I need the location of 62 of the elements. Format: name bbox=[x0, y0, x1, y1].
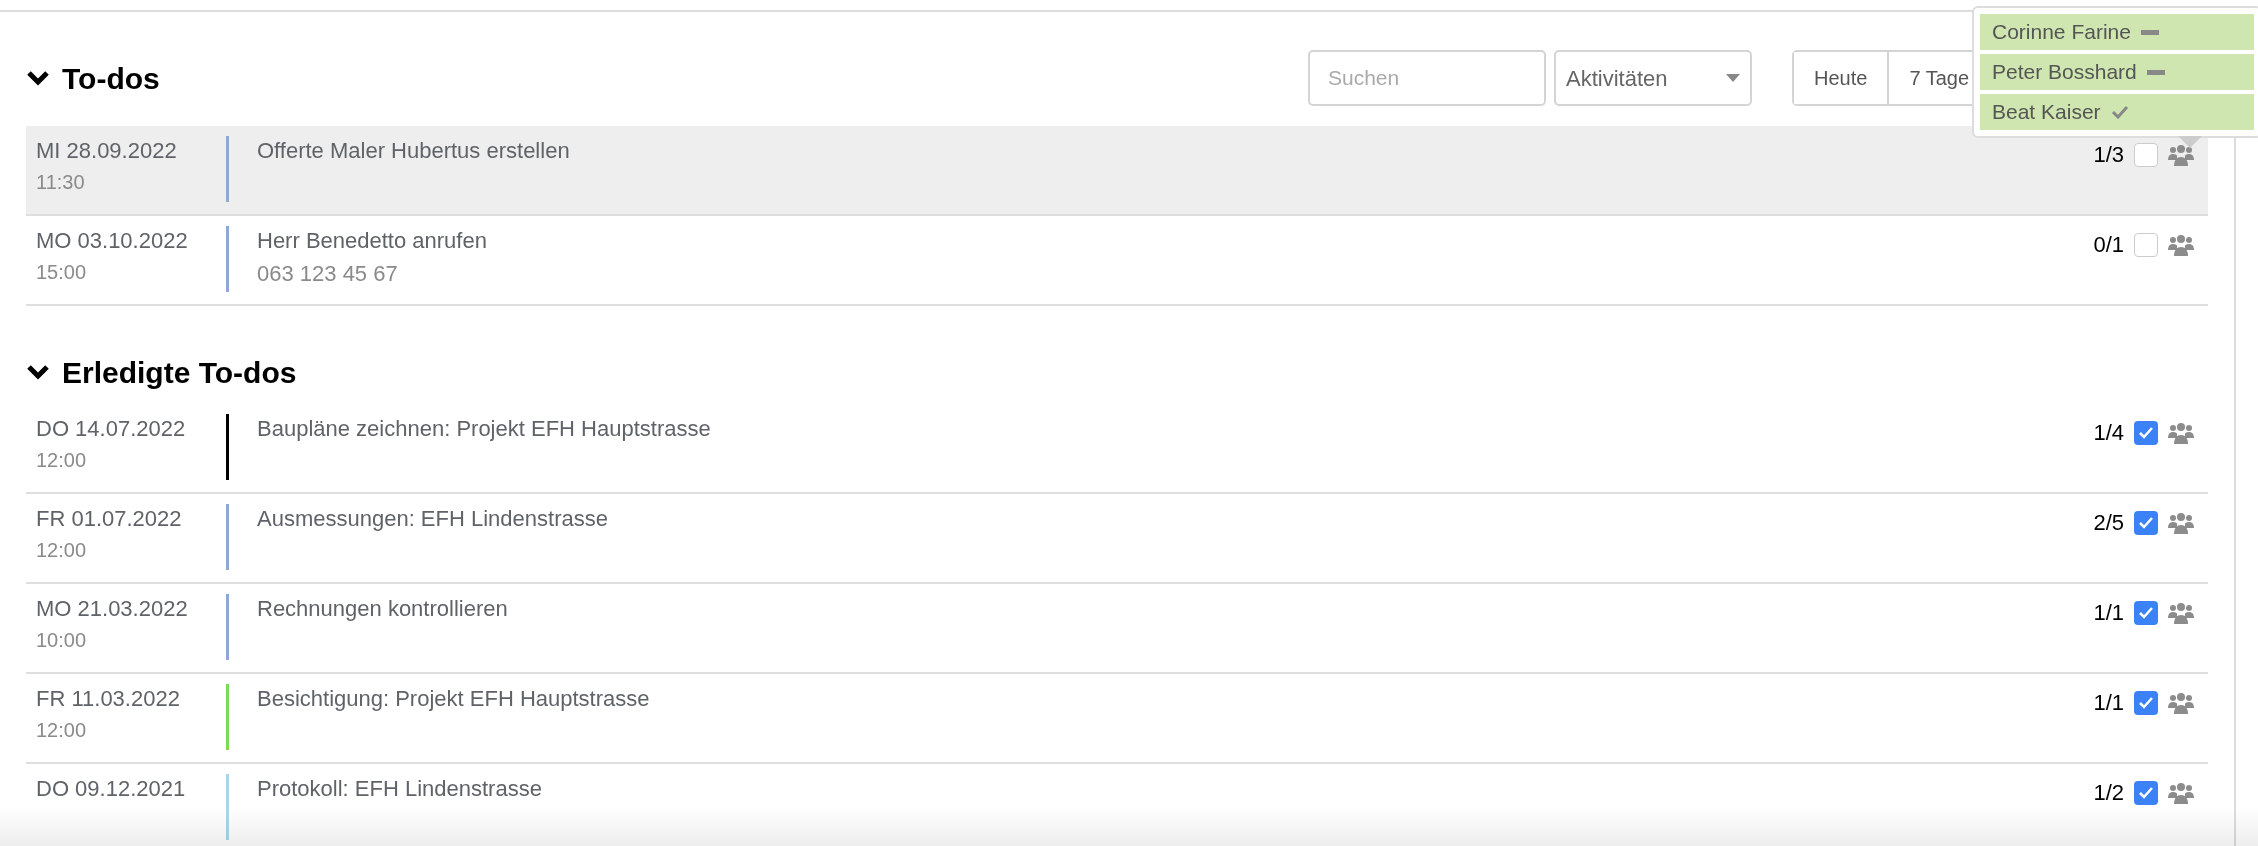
todo-date: MI 28.09.2022 bbox=[36, 137, 178, 165]
section-toggle[interactable]: To-dos bbox=[26, 55, 160, 101]
group-icon[interactable] bbox=[2168, 143, 2194, 166]
todo-title: Offerte Maler Hubertus erstellen bbox=[257, 137, 571, 165]
progress-count: 1/1 bbox=[2093, 599, 2124, 627]
todo-time: 11:30 bbox=[36, 170, 86, 195]
todo-time: 10:00 bbox=[36, 628, 88, 653]
checkmark-icon bbox=[2138, 605, 2154, 620]
progress-count: 1/3 bbox=[2093, 141, 2124, 169]
progress-count: 0/1 bbox=[2093, 231, 2124, 259]
done-checkbox[interactable] bbox=[2134, 600, 2158, 625]
todo-title: Ausmessungen: EFH Lindenstrasse bbox=[257, 505, 609, 533]
done-checkbox[interactable] bbox=[2134, 510, 2158, 535]
done-checkbox[interactable] bbox=[2134, 420, 2158, 445]
todo-phone: 063 123 45 67 bbox=[257, 260, 399, 288]
caret-icon bbox=[1726, 74, 1740, 82]
done-checkbox[interactable] bbox=[2134, 780, 2158, 805]
group-icon[interactable] bbox=[2168, 511, 2194, 534]
dash-icon bbox=[2140, 29, 2159, 35]
todo-date: DO 14.07.2022 bbox=[36, 415, 187, 443]
progress-count: 2/5 bbox=[2093, 509, 2124, 537]
group-icon[interactable] bbox=[2168, 421, 2194, 444]
group-icon[interactable] bbox=[2168, 691, 2194, 714]
checkmark-icon bbox=[2138, 785, 2154, 800]
todo-row[interactable]: MI 28.09.2022 11:30 Offerte Maler Hubertus erstellen 1/3 bbox=[26, 126, 2208, 216]
progress-count: 1/4 bbox=[2093, 419, 2124, 447]
chevron-icon bbox=[26, 364, 50, 380]
done-checkbox[interactable] bbox=[2134, 690, 2158, 715]
search-field[interactable]: Suchen bbox=[1308, 50, 1546, 106]
checkmark-icon bbox=[2138, 695, 2154, 710]
todo-time: 15:00 bbox=[36, 260, 88, 285]
assignee-item[interactable]: Corinne Farine bbox=[1980, 14, 2254, 50]
chevron-icon bbox=[26, 70, 50, 86]
todo-title: Besichtigung: Projekt EFH Hauptstrasse bbox=[257, 685, 651, 713]
todo-date: MO 03.10.2022 bbox=[36, 227, 189, 255]
todo-time: 12:00 bbox=[36, 448, 88, 473]
group-icon[interactable] bbox=[2168, 233, 2194, 256]
assignee-item[interactable]: Peter Bosshard bbox=[1980, 54, 2254, 90]
checkmark-icon bbox=[2110, 105, 2129, 119]
group-icon[interactable] bbox=[2168, 781, 2194, 804]
dash-icon bbox=[2146, 69, 2165, 75]
activity-dropdown[interactable]: Aktivitäten bbox=[1554, 50, 1752, 106]
group-icon[interactable] bbox=[2168, 601, 2194, 624]
done-checkbox[interactable] bbox=[2134, 232, 2158, 257]
todo-title: Rechnungen kontrollieren bbox=[257, 595, 509, 623]
todo-title: Herr Benedetto anrufen bbox=[257, 227, 488, 255]
popup-pointer-icon bbox=[2178, 136, 2202, 148]
checkmark-icon bbox=[2138, 425, 2154, 440]
todo-time: 12:00 bbox=[36, 538, 88, 563]
checkmark-icon bbox=[2138, 515, 2154, 530]
done-checkbox[interactable] bbox=[2134, 142, 2158, 167]
progress-count: 1/1 bbox=[2093, 689, 2124, 717]
todo-date: FR 11.03.2022 bbox=[36, 685, 181, 713]
progress-count: 1/2 bbox=[2093, 779, 2124, 807]
todo-date: DO 09.12.2021 bbox=[36, 775, 187, 803]
todo-time: 12:00 bbox=[36, 718, 88, 743]
todo-date: FR 01.07.2022 bbox=[36, 505, 183, 533]
todo-title: Baupläne zeichnen: Projekt EFH Hauptstrasse bbox=[257, 415, 712, 443]
section-toggle[interactable]: Erledigte To-dos bbox=[26, 349, 297, 395]
todo-date: MO 21.03.2022 bbox=[36, 595, 189, 623]
assignee-item[interactable]: Beat Kaiser bbox=[1980, 94, 2254, 130]
todo-title: Protokoll: EFH Lindenstrasse bbox=[257, 775, 543, 803]
